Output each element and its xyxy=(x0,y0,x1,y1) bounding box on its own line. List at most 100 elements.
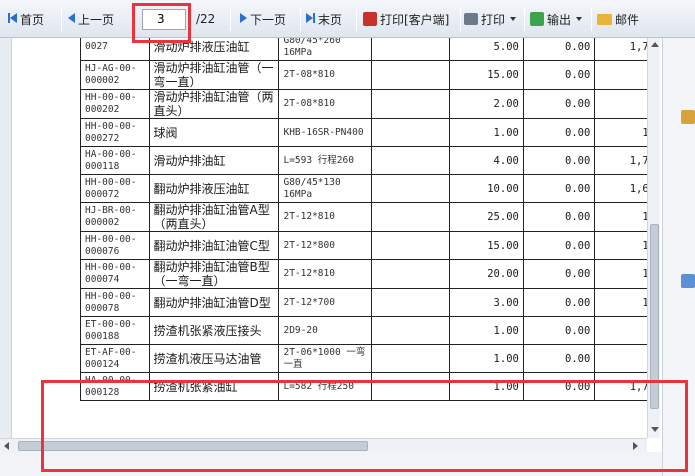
item-code-cell: HH-00-00-000202 xyxy=(80,89,150,119)
quantity-cell: 1.00 xyxy=(448,344,524,373)
item-name-cell: 翻动炉排油缸油管A型（两直头） xyxy=(148,202,280,232)
table-row: HA-00-00-000118 滑动炉排油缸 L=593 行程260 4.00 0.00… xyxy=(80,146,660,175)
report-table: 0027 滑动炉排液压油缸 G80/45*260 16MPa 5.00 0.00 1,75… xyxy=(80,38,660,401)
amount-cell: 0.00 xyxy=(522,118,596,147)
item-code-cell: HA-00-00-000118 xyxy=(80,146,150,175)
item-spec-cell: 2T-06*1000 一弯一直 xyxy=(278,344,372,373)
report-viewport: 0027 滑动炉排液压油缸 G80/45*260 16MPa 5.00 0.00 1,75… xyxy=(0,38,660,438)
empty-cell xyxy=(370,118,450,147)
toolbar-divider xyxy=(230,7,231,31)
toolbar-divider xyxy=(591,7,592,31)
export-label: 输出 xyxy=(547,12,572,27)
export-icon xyxy=(530,12,544,26)
printer-icon xyxy=(464,13,478,25)
edit-icon[interactable] xyxy=(681,110,695,124)
quantity-cell: 2.00 xyxy=(448,89,524,119)
print-dropdown-icon[interactable] xyxy=(510,17,517,21)
item-name-cell: 翻动炉排液压油缸 xyxy=(148,174,280,203)
table-row: HH-00-00-000202 滑动炉排油缸油管（两直头） 2T-08*810 2.0… xyxy=(80,89,660,119)
quantity-cell: 10.00 xyxy=(448,174,524,203)
quantity-cell: 15.00 xyxy=(448,231,524,260)
last-page-label: 末页 xyxy=(318,12,343,27)
last-page-button[interactable]: 末页 xyxy=(306,9,342,29)
item-code-cell: ET-AF-00-000124 xyxy=(80,344,150,373)
item-spec-cell: L=593 行程260 xyxy=(278,146,372,175)
next-page-icon xyxy=(240,12,247,26)
prev-page-label: 上一页 xyxy=(78,12,115,27)
item-spec-cell: 2T-12*810 xyxy=(278,259,372,289)
item-code-cell: HJ-BR-00-000002 xyxy=(80,202,150,232)
table-row: HH-00-00-000078 翻动炉排油缸油管D型 2T-12*700 3.00 0.… xyxy=(80,288,660,317)
amount-cell: 0.00 xyxy=(522,174,596,203)
next-page-label: 下一页 xyxy=(250,12,287,27)
amount-cell: 0.00 xyxy=(522,316,596,345)
empty-cell xyxy=(370,344,450,373)
amount-cell: 0.00 xyxy=(522,146,596,175)
first-page-icon xyxy=(8,12,17,26)
mail-label: 邮件 xyxy=(615,12,640,27)
empty-cell xyxy=(370,259,450,289)
amount-cell: 0.00 xyxy=(522,60,596,90)
item-spec-cell: KHB-16SR-PN400 xyxy=(278,118,372,147)
table-row: HH-00-00-000272球阀KHB-16SR-PN4001.000.001… xyxy=(80,118,660,147)
mail-button[interactable]: 邮件 xyxy=(597,9,639,29)
last-row-highlight xyxy=(41,380,688,472)
export-button[interactable]: 输出 xyxy=(530,9,583,29)
toolbar-divider xyxy=(356,7,357,31)
quantity-cell: 15.00 xyxy=(448,60,524,90)
prev-page-button[interactable]: 上一页 xyxy=(68,9,114,29)
item-code-cell: HH-00-00-000072 xyxy=(80,174,150,203)
quantity-cell: 4.00 xyxy=(448,146,524,175)
table-row: ET-00-00-000188捞渣机张紧液压接头2D9-201.000.003 xyxy=(80,316,660,345)
table-row: HH-00-00-000074 翻动炉排油缸油管B型（一弯一直） 2T-12*810… xyxy=(80,259,660,289)
quantity-cell: 25.00 xyxy=(448,202,524,232)
empty-cell xyxy=(370,60,450,90)
toolbar-divider xyxy=(300,7,301,31)
empty-cell xyxy=(370,202,450,232)
table-row: HJ-BR-00-000002 翻动炉排油缸油管A型（两直头） 2T-12*810 2… xyxy=(80,202,660,232)
print-button[interactable]: 打印 xyxy=(464,9,517,29)
item-name-cell: 翻动炉排油缸油管D型 xyxy=(148,288,280,317)
item-name-cell: 滑动炉排油缸油管（两直头） xyxy=(148,89,280,119)
item-name-cell: 球阀 xyxy=(148,118,280,147)
quantity-cell: 1.00 xyxy=(448,316,524,345)
item-name-cell: 翻动炉排油缸油管C型 xyxy=(148,231,280,260)
empty-cell xyxy=(370,146,450,175)
vertical-scrollbar[interactable] xyxy=(647,38,660,438)
item-spec-cell: G80/45*130 16MPa xyxy=(278,174,372,203)
panel-icon[interactable] xyxy=(681,274,695,288)
total-pages-label: /22 xyxy=(196,12,216,26)
item-spec-cell: 2T-12*810 xyxy=(278,202,372,232)
item-name-cell: 滑动炉排油缸油管（一弯一直） xyxy=(148,60,280,90)
toolbar-divider xyxy=(460,7,461,31)
export-dropdown-icon[interactable] xyxy=(576,17,583,21)
empty-cell xyxy=(370,89,450,119)
next-page-button[interactable]: 下一页 xyxy=(240,9,286,29)
quantity-cell: 20.00 xyxy=(448,259,524,289)
item-spec-cell: 2T-12*700 xyxy=(278,288,372,317)
item-spec-cell: 2T-12*800 xyxy=(278,231,372,260)
empty-cell xyxy=(370,288,450,317)
pdf-print-icon xyxy=(363,12,377,26)
toolbar-divider xyxy=(61,7,62,31)
item-spec-cell: 2T-08*810 xyxy=(278,89,372,119)
item-spec-cell: G80/45*260 16MPa xyxy=(278,38,372,61)
scroll-up-icon[interactable] xyxy=(651,42,659,47)
scroll-left-icon[interactable] xyxy=(4,442,9,450)
first-page-label: 首页 xyxy=(20,12,45,27)
item-code-cell: HJ-AG-00-000002 xyxy=(80,60,150,90)
table-row: HJ-AG-00-000002 滑动炉排油缸油管（一弯一直） 2T-08*810 15… xyxy=(80,60,660,90)
mail-icon xyxy=(597,13,612,25)
amount-cell: 0.00 xyxy=(522,259,596,289)
item-code-cell: HH-00-00-000076 xyxy=(80,231,150,260)
empty-cell xyxy=(370,231,450,260)
toolbar-divider xyxy=(524,7,525,31)
first-page-button[interactable]: 首页 xyxy=(8,9,44,29)
table-row: HH-00-00-000076 翻动炉排油缸油管C型 2T-12*800 15.00 0… xyxy=(80,231,660,260)
amount-cell: 0.00 xyxy=(522,231,596,260)
print-client-button[interactable]: 打印[客户端] xyxy=(363,9,449,29)
table-row: HH-00-00-000072 翻动炉排液压油缸 G80/45*130 16MPa 1… xyxy=(80,174,660,203)
item-code-cell: ET-00-00-000188 xyxy=(80,316,150,345)
amount-cell: 0.00 xyxy=(522,344,596,373)
quantity-cell: 1.00 xyxy=(448,118,524,147)
